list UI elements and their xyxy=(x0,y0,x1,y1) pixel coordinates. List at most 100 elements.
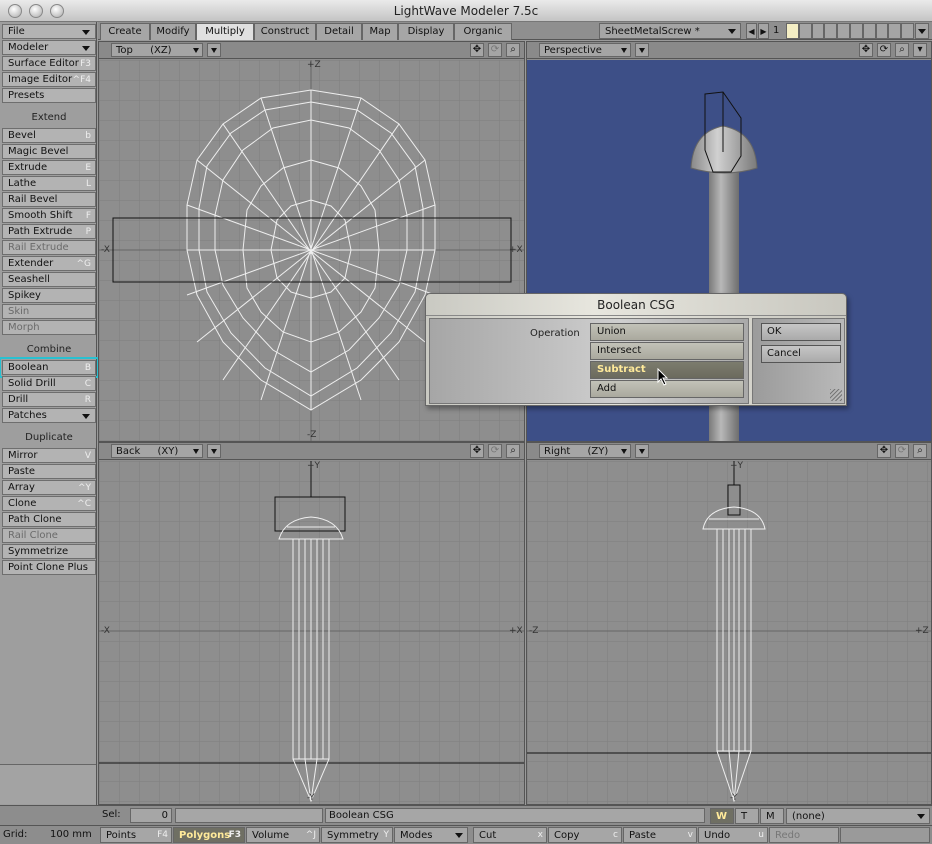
layer-7-button[interactable] xyxy=(862,23,876,39)
zoom-window-button[interactable] xyxy=(50,4,64,18)
tab-construct[interactable]: Construct xyxy=(254,23,316,40)
point-clone-plus-button[interactable]: Point Clone Plus xyxy=(2,560,96,575)
path-clone-button[interactable]: Path Clone xyxy=(2,512,96,527)
paste-button[interactable]: Paste v xyxy=(623,827,697,843)
smooth-shift-button[interactable]: Smooth Shift F xyxy=(2,208,96,223)
wtm-w-button[interactable]: W xyxy=(710,808,734,824)
zoom-view-icon[interactable]: ⌕ xyxy=(506,43,520,57)
path-extrude-button[interactable]: Path Extrude P xyxy=(2,224,96,239)
rotate-view-icon[interactable]: ⟳ xyxy=(877,43,891,57)
skin-button[interactable]: Skin xyxy=(2,304,96,319)
polygons-mode-button[interactable]: Polygons F3 xyxy=(173,827,245,843)
wtm-m-button[interactable]: M xyxy=(760,808,784,824)
view-mode-dropdown[interactable] xyxy=(207,43,221,57)
morph-button[interactable]: Morph xyxy=(2,320,96,335)
modeler-menu[interactable]: Modeler xyxy=(2,40,96,55)
presets-button[interactable]: Presets xyxy=(2,88,96,103)
view-mode-dropdown[interactable] xyxy=(635,444,649,458)
file-menu[interactable]: File xyxy=(2,24,96,39)
minimize-window-button[interactable] xyxy=(29,4,43,18)
points-mode-button[interactable]: Points F4 xyxy=(100,827,172,843)
operation-intersect-option[interactable]: Intersect xyxy=(590,342,744,360)
extrude-button[interactable]: Extrude E xyxy=(2,160,96,175)
rail-extrude-button[interactable]: Rail Extrude xyxy=(2,240,96,255)
redo-button[interactable]: Redo xyxy=(769,827,839,843)
rail-clone-button[interactable]: Rail Clone xyxy=(2,528,96,543)
view-type-select[interactable]: Perspective xyxy=(539,43,631,57)
boolean-button[interactable]: Boolean B xyxy=(0,357,99,378)
ok-button[interactable]: OK xyxy=(761,323,841,341)
maximize-view-icon[interactable]: ▾ xyxy=(913,43,927,57)
viewport-canvas[interactable]: +Y -Y -X +X xyxy=(99,461,524,804)
solid-drill-button[interactable]: Solid Drill C xyxy=(2,376,96,391)
wtm-t-button[interactable]: T xyxy=(735,808,759,824)
tab-organic[interactable]: Organic xyxy=(454,23,512,40)
surface-select[interactable]: (none) xyxy=(786,808,930,824)
copy-button[interactable]: Copy c xyxy=(548,827,622,843)
layer-9-button[interactable] xyxy=(888,23,902,39)
zoom-view-icon[interactable]: ⌕ xyxy=(913,444,927,458)
seashell-button[interactable]: Seashell xyxy=(2,272,96,287)
layer-4-button[interactable] xyxy=(824,23,838,39)
cancel-button[interactable]: Cancel xyxy=(761,345,841,363)
resize-grip-icon[interactable] xyxy=(830,389,842,401)
viewport-canvas[interactable]: +Y -Y -Z +Z xyxy=(527,461,931,804)
viewport-back[interactable]: Back (XY) ✥ ⟳ ⌕ +Y -Y -X +X xyxy=(98,442,525,805)
object-select[interactable]: SheetMetalScrew * xyxy=(599,23,741,39)
symmetry-button[interactable]: Symmetry Y xyxy=(321,827,393,843)
tab-create[interactable]: Create xyxy=(100,23,150,40)
magic-bevel-button[interactable]: Magic Bevel xyxy=(2,144,96,159)
layer-10-button[interactable] xyxy=(901,23,914,39)
view-type-select[interactable]: Right (ZY) xyxy=(539,444,631,458)
view-type-select[interactable]: Top (XZ) xyxy=(111,43,203,57)
clone-button[interactable]: Clone ^C xyxy=(2,496,96,511)
layer-menu-button[interactable] xyxy=(915,23,929,39)
array-button[interactable]: Array ^Y xyxy=(2,480,96,495)
mirror-button[interactable]: Mirror V xyxy=(2,448,96,463)
tab-display[interactable]: Display xyxy=(398,23,454,40)
view-mode-dropdown[interactable] xyxy=(635,43,649,57)
layer-1-button[interactable] xyxy=(786,23,799,39)
layer-2-button[interactable] xyxy=(798,23,812,39)
lathe-button[interactable]: Lathe L xyxy=(2,176,96,191)
image-editor-button[interactable]: Image Editor ^F4 xyxy=(2,72,96,87)
extender-button[interactable]: Extender ^G xyxy=(2,256,96,271)
tab-detail[interactable]: Detail xyxy=(316,23,362,40)
patches-menu[interactable]: Patches xyxy=(2,408,96,423)
undo-button[interactable]: Undo u xyxy=(698,827,768,843)
close-window-button[interactable] xyxy=(8,4,22,18)
zoom-view-icon[interactable]: ⌕ xyxy=(506,444,520,458)
bevel-button[interactable]: Bevel b xyxy=(2,128,96,143)
tab-map[interactable]: Map xyxy=(362,23,398,40)
view-mode-dropdown[interactable] xyxy=(207,444,221,458)
move-view-icon[interactable]: ✥ xyxy=(470,444,484,458)
surface-editor-button[interactable]: Surface Editor F3 xyxy=(2,56,96,71)
tab-modify[interactable]: Modify xyxy=(150,23,196,40)
view-type-select[interactable]: Back (XY) xyxy=(111,444,203,458)
volume-mode-button[interactable]: Volume ^J xyxy=(246,827,320,843)
rotate-view-icon[interactable]: ⟳ xyxy=(488,43,502,57)
viewport-right[interactable]: Right (ZY) ✥ ⟳ ⌕ +Y -Y -Z +Z xyxy=(526,442,932,805)
modes-menu[interactable]: Modes xyxy=(394,827,468,843)
move-view-icon[interactable]: ✥ xyxy=(877,444,891,458)
symmetrize-button[interactable]: Symmetrize xyxy=(2,544,96,559)
zoom-view-icon[interactable]: ⌕ xyxy=(895,43,909,57)
rotate-view-icon[interactable]: ⟳ xyxy=(895,444,909,458)
cut-button[interactable]: Cut x xyxy=(473,827,547,843)
layer-5-button[interactable] xyxy=(837,23,850,39)
rail-bevel-button[interactable]: Rail Bevel xyxy=(2,192,96,207)
move-view-icon[interactable]: ✥ xyxy=(470,43,484,57)
layer-3-button[interactable] xyxy=(811,23,825,39)
button-label: Paste xyxy=(8,466,35,477)
layer-6-button[interactable] xyxy=(849,23,863,39)
layer-8-button[interactable] xyxy=(875,23,889,39)
move-view-icon[interactable]: ✥ xyxy=(859,43,873,57)
drill-button[interactable]: Drill R xyxy=(2,392,96,407)
next-object-button[interactable]: ▶ xyxy=(758,23,769,39)
tab-multiply[interactable]: Multiply xyxy=(196,23,254,40)
paste-tool-button[interactable]: Paste xyxy=(2,464,96,479)
rotate-view-icon[interactable]: ⟳ xyxy=(488,444,502,458)
operation-union-option[interactable]: Union xyxy=(590,323,744,341)
prev-object-button[interactable]: ◀ xyxy=(746,23,757,39)
spikey-button[interactable]: Spikey xyxy=(2,288,96,303)
